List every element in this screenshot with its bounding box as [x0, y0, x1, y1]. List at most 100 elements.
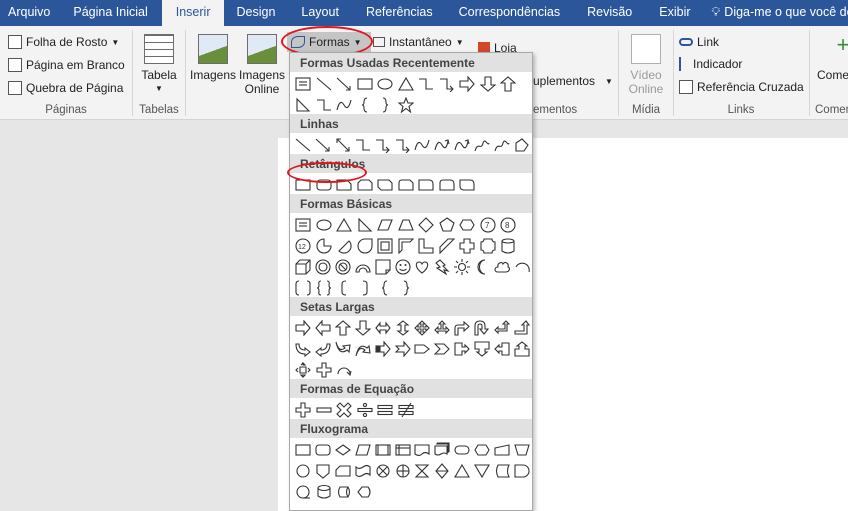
- diagstripe-shape-icon[interactable]: [437, 236, 458, 255]
- dodecagon-shape-icon[interactable]: 12: [293, 236, 314, 255]
- rbrace-shape-icon[interactable]: [396, 278, 417, 297]
- fsumming-shape-icon[interactable]: [373, 461, 393, 480]
- fprep-shape-icon[interactable]: [472, 440, 492, 459]
- arU-shape-icon[interactable]: [333, 318, 353, 337]
- elbowarrow-shape-icon[interactable]: [373, 135, 393, 154]
- callout4-shape-icon[interactable]: [293, 360, 314, 379]
- lightning-shape-icon[interactable]: [432, 257, 452, 276]
- fconnector-shape-icon[interactable]: [293, 461, 313, 480]
- rbracket-shape-icon[interactable]: [355, 278, 376, 297]
- fmultidoc-shape-icon[interactable]: [432, 440, 452, 459]
- lbracket-shape-icon[interactable]: [334, 278, 355, 297]
- eqmult-shape-icon[interactable]: [334, 400, 355, 419]
- bentup-shape-icon[interactable]: [512, 318, 532, 337]
- suplementos-button[interactable]: uplementos ▼: [533, 71, 613, 91]
- comentario-button[interactable]: + Come: [815, 34, 848, 83]
- arR-shape-icon[interactable]: [293, 318, 313, 337]
- cube-shape-icon[interactable]: [293, 257, 313, 276]
- eqequal-shape-icon[interactable]: [375, 400, 396, 419]
- heart-shape-icon[interactable]: [413, 257, 433, 276]
- plus-shape-icon[interactable]: [457, 236, 478, 255]
- curvD-shape-icon[interactable]: [353, 339, 373, 358]
- fdirect-shape-icon[interactable]: [334, 482, 355, 501]
- lbrace-shape-icon[interactable]: [375, 278, 396, 297]
- halfframe-shape-icon[interactable]: [396, 236, 417, 255]
- quebra-de-pagina-button[interactable]: Quebra de Página: [8, 78, 123, 98]
- calloutU-shape-icon[interactable]: [512, 339, 532, 358]
- chord-shape-icon[interactable]: [334, 236, 355, 255]
- eqneq-shape-icon[interactable]: [396, 400, 417, 419]
- dblarrow-shape-icon[interactable]: [333, 135, 353, 154]
- fcard-shape-icon[interactable]: [333, 461, 353, 480]
- snip3-shape-icon[interactable]: [375, 175, 396, 194]
- arc-shape-icon[interactable]: [512, 257, 532, 276]
- tab-pagina-inicial[interactable]: Página Inicial: [59, 0, 161, 26]
- fsort-shape-icon[interactable]: [432, 461, 452, 480]
- pagina-em-branco-button[interactable]: Página em Branco: [8, 55, 125, 75]
- rbrace-shape-icon[interactable]: [375, 95, 396, 114]
- nosymbol-shape-icon[interactable]: [333, 257, 353, 276]
- smiley-shape-icon[interactable]: [393, 257, 413, 276]
- arU-shape-icon[interactable]: [498, 74, 519, 93]
- curve-shape-icon[interactable]: [334, 95, 355, 114]
- elbow-shape-icon[interactable]: [416, 74, 437, 93]
- frame-shape-icon[interactable]: [375, 236, 396, 255]
- homeplate-shape-icon[interactable]: [413, 339, 433, 358]
- curve-shape-icon[interactable]: [413, 135, 433, 154]
- fcollate-shape-icon[interactable]: [413, 461, 433, 480]
- fextract-shape-icon[interactable]: [452, 461, 472, 480]
- rtriangle-shape-icon[interactable]: [355, 215, 376, 234]
- arD-shape-icon[interactable]: [353, 318, 373, 337]
- fprocess-shape-icon[interactable]: [293, 440, 313, 459]
- leftup-shape-icon[interactable]: [492, 318, 512, 337]
- curvU-shape-icon[interactable]: [333, 339, 353, 358]
- donut-shape-icon[interactable]: [313, 257, 333, 276]
- calloutL-shape-icon[interactable]: [492, 339, 512, 358]
- pentagon-shape-icon[interactable]: [437, 215, 458, 234]
- tab-referencias[interactable]: Referências: [353, 0, 446, 26]
- imagens-button[interactable]: Imagens: [190, 34, 236, 82]
- dblbrace-shape-icon[interactable]: [314, 278, 335, 297]
- round3-shape-icon[interactable]: [457, 175, 478, 194]
- finternal-shape-icon[interactable]: [393, 440, 413, 459]
- fpredef-shape-icon[interactable]: [373, 440, 393, 459]
- fdecision-shape-icon[interactable]: [333, 440, 353, 459]
- fdelay-shape-icon[interactable]: [512, 461, 532, 480]
- folha-de-rosto-button[interactable]: Folha de Rosto ▼: [8, 32, 119, 52]
- foffpage-shape-icon[interactable]: [313, 461, 333, 480]
- hexagon-shape-icon[interactable]: [457, 215, 478, 234]
- circarrow-shape-icon[interactable]: [334, 360, 355, 379]
- curvearrow-shape-icon[interactable]: [432, 135, 452, 154]
- ellipse-shape-icon[interactable]: [314, 215, 335, 234]
- eqminus-shape-icon[interactable]: [314, 400, 335, 419]
- eqplus-shape-icon[interactable]: [314, 360, 335, 379]
- octagon-shape-icon[interactable]: 8: [498, 215, 519, 234]
- teardrop-shape-icon[interactable]: [355, 236, 376, 255]
- tab-inserir[interactable]: Inserir: [161, 0, 225, 26]
- scribble-shape-icon[interactable]: [472, 135, 492, 154]
- tabela-button[interactable]: Tabela ▼: [138, 34, 180, 96]
- elbowarrow-shape-icon[interactable]: [437, 74, 458, 93]
- arrowline-shape-icon[interactable]: [313, 135, 333, 154]
- scribble-shape-icon[interactable]: [492, 135, 512, 154]
- textbox-shape-icon[interactable]: [293, 215, 314, 234]
- arLR-shape-icon[interactable]: [373, 318, 393, 337]
- instantaneo-button[interactable]: Instantâneo ▼: [373, 32, 464, 52]
- elbowarrow-shape-icon[interactable]: [393, 135, 413, 154]
- moon-shape-icon[interactable]: [472, 257, 492, 276]
- fdisplay-shape-icon[interactable]: [355, 482, 376, 501]
- elbow-shape-icon[interactable]: [353, 135, 373, 154]
- uturn-shape-icon[interactable]: [472, 318, 492, 337]
- lshape-shape-icon[interactable]: [416, 236, 437, 255]
- ar3-shape-icon[interactable]: [432, 318, 452, 337]
- line-shape-icon[interactable]: [293, 135, 313, 154]
- indicador-button[interactable]: Indicador: [679, 54, 742, 74]
- line-shape-icon[interactable]: [314, 74, 335, 93]
- roundsnip-shape-icon[interactable]: [396, 175, 417, 194]
- lbrace-shape-icon[interactable]: [355, 95, 376, 114]
- arR-shape-icon[interactable]: [457, 74, 478, 93]
- fmagdisk-shape-icon[interactable]: [314, 482, 335, 501]
- arL-shape-icon[interactable]: [313, 318, 333, 337]
- for-shape-icon[interactable]: [393, 461, 413, 480]
- fdata-shape-icon[interactable]: [353, 440, 373, 459]
